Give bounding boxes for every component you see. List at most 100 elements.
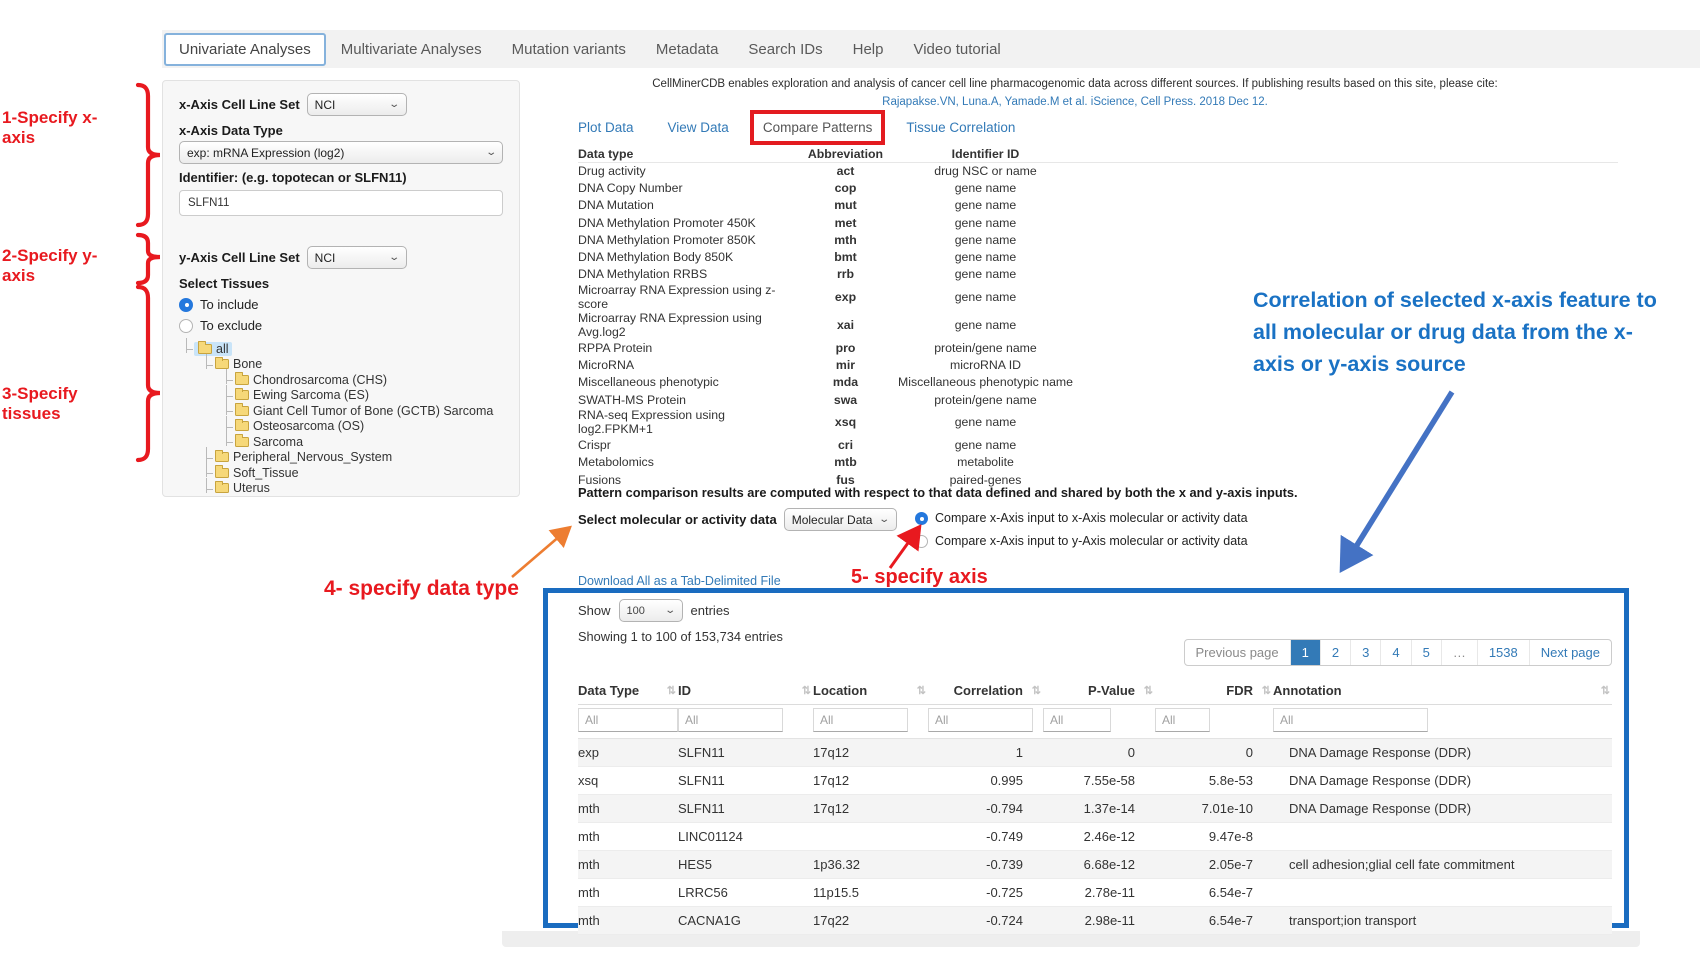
- tree-node-ewing-sarcoma-es-[interactable]: Ewing Sarcoma (ES): [179, 388, 503, 404]
- next-page-button[interactable]: Next page: [1530, 640, 1611, 665]
- results-cell: cell adhesion;glial cell fate commitment: [1273, 851, 1612, 879]
- results-cell: 11p15.5: [813, 879, 928, 907]
- download-all-link[interactable]: Download All as a Tab-Delimited File: [578, 574, 781, 588]
- x-axis-data-type-select[interactable]: exp: mRNA Expression (log2) ⌄: [179, 141, 503, 164]
- tree-node-osteosarcoma-os-[interactable]: Osteosarcoma (OS): [179, 419, 503, 435]
- tree-node-peripheral-nervous-system[interactable]: Peripheral_Nervous_System: [179, 450, 503, 466]
- tree-node-sarcoma[interactable]: Sarcoma: [179, 434, 503, 450]
- page-button-1538[interactable]: 1538: [1478, 640, 1530, 665]
- chevron-down-icon: ⌄: [485, 147, 497, 158]
- results-cell: 1.37e-14: [1043, 795, 1155, 823]
- axis-option-y[interactable]: Compare x-Axis input to y-Axis molecular…: [915, 534, 1248, 548]
- subtab-plot-data[interactable]: Plot Data: [578, 120, 634, 135]
- datatype-name: Crispr: [578, 436, 803, 453]
- results-cell: 1: [928, 739, 1043, 767]
- datatype-identifier: metabolite: [888, 454, 1083, 471]
- filter-cell: [678, 705, 813, 739]
- annotation-step4: 4- specify data type: [324, 577, 519, 601]
- results-cell: 5.8e-53: [1155, 767, 1273, 795]
- abbreviation-col-header: Abbreviation: [803, 145, 888, 162]
- filter-input-correlation[interactable]: [928, 708, 1033, 732]
- tree-connector: [201, 357, 214, 372]
- tissue-tree: allBoneChondrosarcoma (CHS)Ewing Sarcoma…: [179, 341, 503, 496]
- page-button-3[interactable]: 3: [1351, 640, 1381, 665]
- radio-label: Compare x-Axis input to x-Axis molecular…: [935, 511, 1248, 525]
- filter-input-p-value[interactable]: [1043, 708, 1111, 732]
- nav-tab-mutation-variants[interactable]: Mutation variants: [497, 33, 641, 66]
- sort-icon[interactable]: ⇅: [917, 684, 925, 697]
- sort-icon[interactable]: ⇅: [802, 684, 810, 697]
- tree-node-uterus[interactable]: Uterus: [179, 481, 503, 497]
- results-cell: 17q12: [813, 767, 928, 795]
- results-cell: CACNA1G: [678, 907, 813, 935]
- filter-input-location[interactable]: [813, 708, 908, 732]
- radio-label: To exclude: [200, 318, 262, 333]
- nav-tab-univariate-analyses[interactable]: Univariate Analyses: [164, 33, 326, 66]
- nav-tab-multivariate-analyses[interactable]: Multivariate Analyses: [326, 33, 497, 66]
- results-cell: mth: [578, 879, 678, 907]
- tissue-option-to-include[interactable]: To include: [179, 297, 503, 312]
- tree-node-label-wrap: Ewing Sarcoma (ES): [234, 388, 369, 402]
- results-col-header-correlation[interactable]: Correlation⇅: [928, 679, 1043, 705]
- results-col-header-location[interactable]: Location⇅: [813, 679, 928, 705]
- filter-input-id[interactable]: [678, 708, 783, 732]
- filter-input-fdr[interactable]: [1155, 708, 1210, 732]
- results-row: mthHES51p36.32-0.7396.68e-122.05e-7cell …: [578, 851, 1612, 879]
- subtab-view-data[interactable]: View Data: [668, 120, 729, 135]
- results-cell: DNA Damage Response (DDR): [1273, 767, 1612, 795]
- folder-icon: [235, 437, 249, 447]
- page-button-5[interactable]: 5: [1412, 640, 1442, 665]
- sort-icon[interactable]: ⇅: [1144, 684, 1152, 697]
- results-col-header-p-value[interactable]: P-Value⇅: [1043, 679, 1155, 705]
- identifier-input[interactable]: [179, 190, 503, 216]
- page-button-1[interactable]: 1: [1291, 640, 1321, 665]
- results-cell: SLFN11: [678, 795, 813, 823]
- results-col-header-data-type[interactable]: Data Type⇅: [578, 679, 678, 705]
- nav-tab-search-ids[interactable]: Search IDs: [733, 33, 837, 66]
- filter-input-annotation[interactable]: [1273, 708, 1428, 732]
- results-col-header-annotation[interactable]: Annotation⇅: [1273, 679, 1612, 705]
- tree-node-all[interactable]: all: [179, 341, 503, 357]
- datatype-row: DNA Methylation RRBSrrbgene name: [578, 266, 1083, 283]
- step5-arrow: [890, 529, 918, 568]
- show-entries-select[interactable]: 100 ⌄: [619, 599, 683, 622]
- nav-tab-metadata[interactable]: Metadata: [641, 33, 734, 66]
- page-button-2[interactable]: 2: [1321, 640, 1351, 665]
- sort-icon[interactable]: ⇅: [1032, 684, 1040, 697]
- tree-node-soft-tissue[interactable]: Soft_Tissue: [179, 465, 503, 481]
- axis-option-x[interactable]: Compare x-Axis input to x-Axis molecular…: [915, 511, 1248, 525]
- datatype-name: DNA Methylation Body 850K: [578, 248, 803, 265]
- page-button-4[interactable]: 4: [1381, 640, 1411, 665]
- nav-tab-help[interactable]: Help: [838, 33, 899, 66]
- nav-tab-video-tutorial[interactable]: Video tutorial: [898, 33, 1015, 66]
- results-cell: 7.55e-58: [1043, 767, 1155, 795]
- citation-link[interactable]: Rajapakse.VN, Luna.A, Yamade.M et al. iS…: [560, 96, 1590, 108]
- datatype-abbreviation: cri: [803, 436, 888, 453]
- molecular-data-select[interactable]: Molecular Data ⌄: [784, 508, 897, 531]
- results-col-header-id[interactable]: ID⇅: [678, 679, 813, 705]
- subtab-tissue-correlation[interactable]: Tissue Correlation: [906, 120, 1015, 135]
- tree-connector: [181, 341, 194, 356]
- datatype-abbreviation: xai: [803, 311, 888, 339]
- sort-icon[interactable]: ⇅: [1601, 684, 1609, 697]
- previous-page-button[interactable]: Previous page: [1185, 640, 1291, 665]
- results-cell: mth: [578, 795, 678, 823]
- filter-input-data-type[interactable]: [578, 708, 678, 732]
- results-row: mthSLFN1117q12-0.7941.37e-147.01e-10DNA …: [578, 795, 1612, 823]
- subtab-compare-patterns[interactable]: Compare Patterns: [763, 120, 873, 135]
- results-row: mthCACNA1G17q22-0.7242.98e-116.54e-7tran…: [578, 907, 1612, 935]
- results-cell: 17q22: [813, 907, 928, 935]
- sort-icon[interactable]: ⇅: [667, 684, 675, 697]
- sort-icon[interactable]: ⇅: [1262, 684, 1270, 697]
- x-axis-cell-line-set-select[interactable]: NCI ⌄: [307, 93, 407, 116]
- datatype-row: DNA Methylation Promoter 450Kmetgene nam…: [578, 214, 1083, 231]
- y-axis-cell-line-set-select[interactable]: NCI ⌄: [307, 246, 407, 269]
- tree-node-chondrosarcoma-chs-[interactable]: Chondrosarcoma (CHS): [179, 372, 503, 388]
- datatype-row: RPPA Proteinproprotein/gene name: [578, 339, 1083, 356]
- results-col-header-fdr[interactable]: FDR⇅: [1155, 679, 1273, 705]
- tissue-option-to-exclude[interactable]: To exclude: [179, 318, 503, 333]
- tree-node-giant-cell-tumor-of-bone-gctb-sarcoma[interactable]: Giant Cell Tumor of Bone (GCTB) Sarcoma: [179, 403, 503, 419]
- datatype-abbreviation: rrb: [803, 266, 888, 283]
- tree-node-bone[interactable]: Bone: [179, 357, 503, 373]
- step4-arrow: [512, 529, 568, 577]
